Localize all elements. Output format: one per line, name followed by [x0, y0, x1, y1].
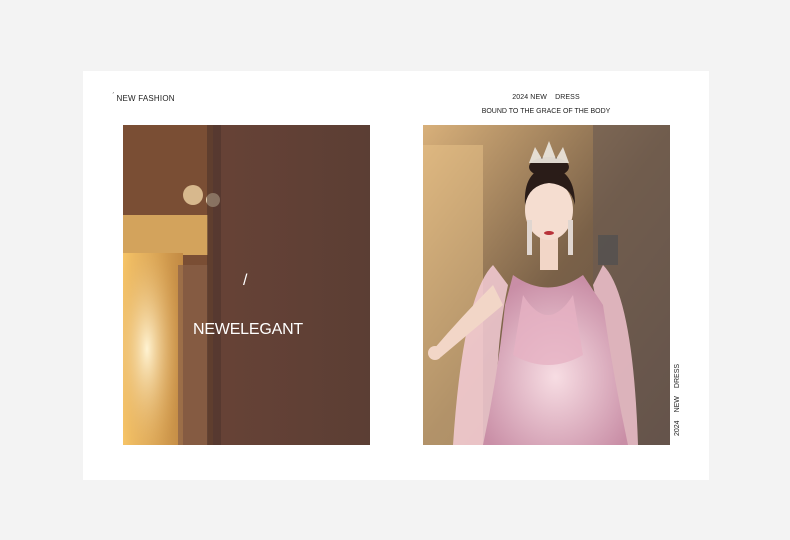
- new-fashion-label: ˊ NEW FASHION: [112, 93, 175, 103]
- dress-model-photo: [423, 125, 670, 445]
- newelegant-headline: NEWELEGANT: [192, 321, 304, 338]
- slash-mark: /: [243, 272, 248, 289]
- left-photo: / NEWELEGANT: [123, 125, 370, 445]
- right-photo: [423, 125, 670, 445]
- vertical-2024-new-dress: 2024NEWDRESS: [674, 363, 681, 436]
- dress-subtitle: BOUND TO THE GRACE OF THE BODY: [481, 108, 611, 115]
- dress-title: 2024 NEW DRESS: [512, 94, 580, 101]
